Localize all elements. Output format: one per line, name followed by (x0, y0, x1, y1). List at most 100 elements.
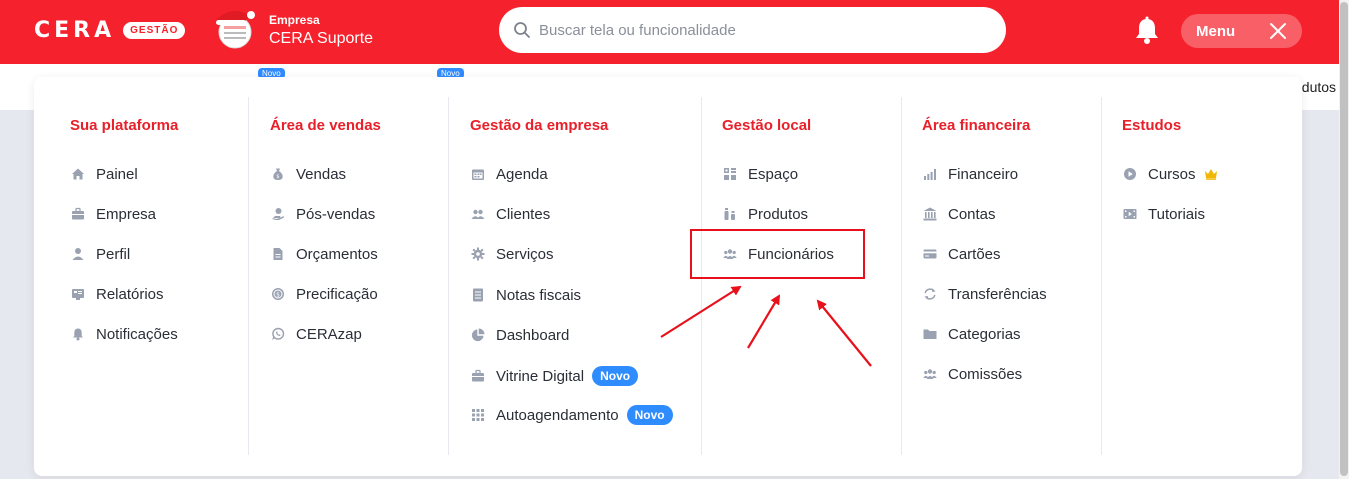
menu-item-cartoes[interactable]: Cartões (922, 243, 1001, 265)
menu-item-notas-fiscais[interactable]: Notas fiscais (470, 284, 581, 306)
menu-item-label: Perfil (96, 245, 131, 263)
menu-item-label: Agenda (496, 165, 548, 183)
bank-icon (922, 206, 938, 222)
menu-item-label: Tutoriais (1148, 205, 1205, 223)
mega-menu-panel: Sua plataforma Painel Empresa Perfil Rel… (34, 77, 1302, 476)
menu-item-label: Notas fiscais (496, 286, 582, 304)
menu-item-espaco[interactable]: Espaço (722, 163, 798, 185)
menu-label: Menu (1196, 22, 1236, 40)
menu-column-estudos: Estudos Cursos Tutoriais (1122, 97, 1292, 455)
column-title: Área de vendas (270, 117, 381, 134)
search-bar[interactable] (499, 7, 1006, 53)
menu-item-vitrine-digital[interactable]: Vitrine Digital Novo (470, 365, 639, 387)
home-icon (70, 166, 86, 182)
search-input[interactable] (539, 21, 979, 39)
new-badge: Novo (592, 366, 639, 386)
close-icon[interactable] (1268, 21, 1288, 41)
menu-item-label: Categorias (948, 325, 1021, 343)
sync-icon (922, 286, 938, 302)
video-icon (1122, 206, 1138, 222)
menu-item-orcamentos[interactable]: Orçamentos (270, 243, 378, 265)
menu-item-categorias[interactable]: Categorias (922, 323, 1021, 345)
menu-item-notificacoes[interactable]: Notificações (70, 323, 178, 345)
notifications-bell-icon[interactable] (1133, 16, 1161, 46)
menu-item-label: Produtos (748, 205, 809, 223)
calendar-grid-icon (470, 407, 486, 423)
menu-item-label: Relatórios (96, 285, 164, 303)
menu-item-produtos[interactable]: Produtos (722, 203, 808, 225)
crown-icon (1204, 169, 1217, 180)
pie-chart-icon (470, 327, 486, 343)
menu-item-pos-vendas[interactable]: Pós-vendas (270, 203, 375, 225)
menu-item-tutoriais[interactable]: Tutoriais (1122, 203, 1205, 225)
menu-item-label: Dashboard (496, 326, 570, 344)
bell-icon (70, 326, 86, 342)
menu-item-dashboard[interactable]: Dashboard (470, 324, 569, 346)
report-icon (70, 286, 86, 302)
column-title: Gestão da empresa (470, 117, 609, 134)
menu-item-perfil[interactable]: Perfil (70, 243, 130, 265)
menu-item-financeiro[interactable]: Financeiro (922, 163, 1018, 185)
menu-item-relatorios[interactable]: Relatórios (70, 283, 164, 305)
gear-icon (470, 246, 486, 262)
briefcase-icon (470, 368, 486, 384)
whatsapp-icon (270, 326, 286, 342)
company-avatar[interactable] (210, 6, 260, 50)
hand-money-icon (270, 206, 286, 222)
bottles-icon (722, 206, 738, 222)
menu-item-label: Espaço (748, 165, 799, 183)
svg-text:$: $ (276, 291, 280, 298)
grid-icon (722, 166, 738, 182)
top-bar: CERA GESTÃO Empresa CERA Suporte Menu (0, 0, 1339, 64)
menu-item-cerazap[interactable]: CERAzap (270, 323, 362, 345)
menu-item-transferencias[interactable]: Transferências (922, 283, 1047, 305)
menu-column-area-de-vendas: Área de vendas $ Vendas Pós-vendas Orçam… (270, 97, 449, 455)
menu-item-label: Financeiro (948, 165, 1019, 183)
column-title: Área financeira (922, 117, 1031, 134)
menu-item-painel[interactable]: Painel (70, 163, 138, 185)
menu-item-label: Clientes (496, 205, 551, 223)
svg-text:$: $ (276, 174, 279, 180)
menu-item-label: Pós-vendas (296, 205, 376, 223)
calendar-icon (470, 166, 486, 182)
user-icon (70, 246, 86, 262)
menu-item-vendas[interactable]: $ Vendas (270, 163, 346, 185)
menu-button[interactable]: Menu (1181, 14, 1302, 48)
menu-item-label: Vitrine Digital (496, 367, 585, 385)
menu-item-cursos[interactable]: Cursos (1122, 163, 1218, 185)
logo-badge: GESTÃO (123, 21, 186, 39)
menu-item-label: Serviços (496, 245, 554, 263)
menu-item-label: Empresa (96, 205, 157, 223)
logo-text: CERA (34, 17, 116, 43)
menu-item-servicos[interactable]: Serviços (470, 243, 554, 265)
menu-column-sua-plataforma: Sua plataforma Painel Empresa Perfil Rel… (70, 97, 249, 455)
menu-item-comissoes[interactable]: Comissões (922, 363, 1022, 385)
logo[interactable]: CERA GESTÃO (34, 17, 186, 43)
highlight-box (690, 229, 865, 279)
menu-item-label: Transferências (948, 285, 1047, 303)
scrollbar-thumb[interactable] (1340, 2, 1348, 476)
folder-icon (922, 326, 938, 342)
column-title: Estudos (1122, 117, 1182, 134)
search-icon (514, 22, 530, 38)
menu-item-label: Painel (96, 165, 138, 183)
new-badge: Novo (626, 405, 673, 425)
menu-item-label: Vendas (296, 165, 347, 183)
menu-item-precificacao[interactable]: $ Precificação (270, 283, 378, 305)
document-icon (270, 246, 286, 262)
menu-item-contas[interactable]: Contas (922, 203, 996, 225)
menu-item-clientes[interactable]: Clientes (470, 203, 550, 225)
company-name[interactable]: CERA Suporte (269, 30, 373, 48)
users-icon (470, 206, 486, 222)
menu-item-autoagendamento[interactable]: Autoagendamento Novo (470, 404, 673, 426)
column-title: Gestão local (722, 117, 812, 134)
menu-column-area-financeira: Área financeira Financeiro Contas Cartõe… (922, 97, 1102, 455)
column-title: Sua plataforma (70, 117, 179, 134)
briefcase-icon (70, 206, 86, 222)
menu-item-label: Contas (948, 205, 996, 223)
menu-item-label: Autoagendamento (496, 406, 619, 424)
menu-item-label: Notificações (96, 325, 178, 343)
menu-item-empresa[interactable]: Empresa (70, 203, 156, 225)
menu-item-agenda[interactable]: Agenda (470, 163, 548, 185)
menu-item-label: Comissões (948, 365, 1023, 383)
